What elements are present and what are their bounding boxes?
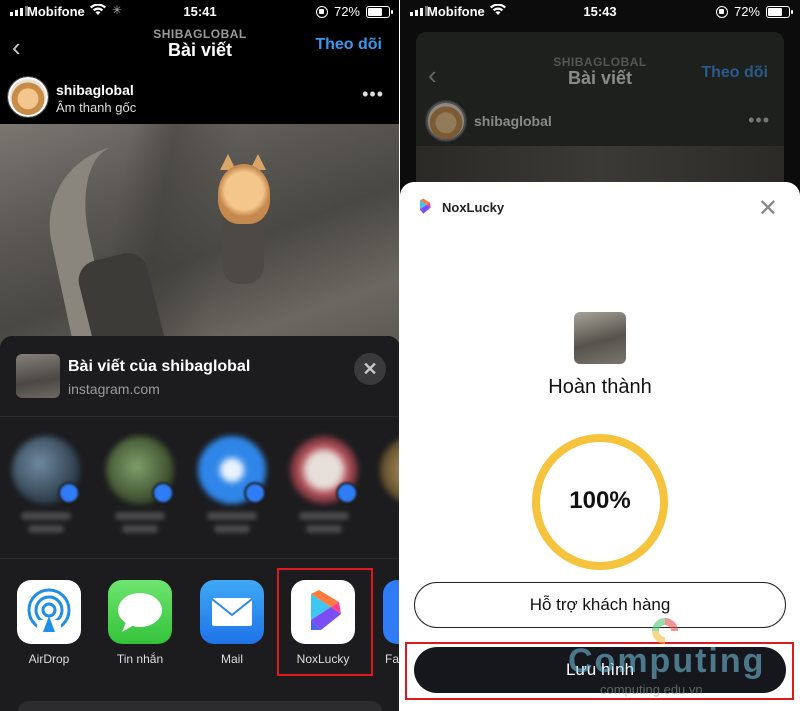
messages-icon bbox=[108, 580, 172, 644]
follow-button[interactable]: Theo dõi bbox=[701, 64, 768, 82]
status-bar: Mobifone ✳ 15:41 72% bbox=[0, 0, 400, 24]
actions-list-top bbox=[18, 701, 382, 711]
battery-percent: 72% bbox=[333, 4, 360, 19]
contact-suggestion[interactable] bbox=[106, 436, 178, 546]
save-button-highlight-box bbox=[405, 642, 794, 700]
nav-header: ‹ SHIBAGLOBAL Bài viết Theo dõi bbox=[400, 52, 800, 96]
contact-suggestion[interactable] bbox=[380, 436, 400, 546]
app-label: AirDrop bbox=[28, 652, 70, 666]
app-messages[interactable]: Tin nhắn bbox=[100, 580, 180, 666]
share-title: Bài viết của shibaglobal bbox=[68, 358, 251, 375]
post-header: shibaglobal ••• bbox=[418, 96, 786, 148]
orientation-lock-icon bbox=[315, 5, 328, 18]
app-airdrop[interactable]: AirDrop bbox=[9, 580, 89, 666]
username[interactable]: shibaglobal bbox=[56, 82, 134, 98]
status-bar: Mobifone 15:43 72% bbox=[400, 0, 800, 24]
audio-label[interactable]: Âm thanh gốc bbox=[56, 100, 136, 115]
battery-percent: 72% bbox=[733, 4, 760, 19]
downloaded-thumbnail bbox=[574, 312, 626, 364]
contact-suggestion[interactable] bbox=[290, 436, 362, 546]
app-label: Fa bbox=[385, 652, 400, 666]
airdrop-icon bbox=[17, 580, 81, 644]
close-icon[interactable]: ✕ bbox=[758, 194, 778, 223]
video-scene-dog-head bbox=[218, 164, 270, 224]
mail-icon bbox=[200, 580, 264, 644]
avatar[interactable] bbox=[425, 100, 467, 142]
app-mail[interactable]: Mail bbox=[192, 580, 272, 666]
right-screen: Mobifone 15:43 72% ‹ SHIBAGLOBAL Bài viế… bbox=[400, 0, 800, 711]
post-header: shibaglobal Âm thanh gốc ••• bbox=[0, 72, 400, 124]
app-facebook[interactable]: Fa bbox=[375, 580, 400, 666]
noxlucky-modal: NoxLucky ✕ Hoàn thành 100% Hỗ trợ khách … bbox=[400, 182, 800, 711]
close-icon[interactable]: ✕ bbox=[354, 353, 386, 385]
share-thumbnail bbox=[16, 354, 60, 398]
share-url: instagram.com bbox=[68, 381, 160, 397]
follow-button[interactable]: Theo dõi bbox=[315, 36, 382, 54]
battery-icon bbox=[366, 5, 393, 18]
more-options-icon[interactable]: ••• bbox=[748, 110, 770, 131]
app-label: Mail bbox=[220, 652, 243, 666]
progress-ring: 100% bbox=[530, 432, 670, 572]
post-video[interactable] bbox=[0, 124, 400, 480]
modal-app-name: NoxLucky bbox=[442, 200, 505, 215]
orientation-lock-icon bbox=[715, 5, 728, 18]
facebook-icon bbox=[383, 580, 400, 644]
nav-header: ‹ SHIBAGLOBAL Bài viết Theo dõi bbox=[0, 24, 400, 68]
app-label: Tin nhắn bbox=[116, 652, 164, 666]
customer-support-button[interactable]: Hỗ trợ khách hàng bbox=[414, 582, 786, 628]
avatar[interactable] bbox=[7, 76, 49, 118]
progress-percent: 100% bbox=[569, 487, 631, 514]
contact-suggestions bbox=[0, 416, 400, 558]
username[interactable]: shibaglobal bbox=[474, 113, 552, 129]
battery-icon bbox=[766, 5, 793, 18]
noxlucky-highlight-box bbox=[277, 568, 373, 676]
more-options-icon[interactable]: ••• bbox=[362, 84, 384, 105]
download-status: Hoàn thành bbox=[548, 376, 652, 398]
noxlucky-icon bbox=[419, 198, 431, 214]
contact-suggestion[interactable] bbox=[12, 436, 84, 546]
contact-suggestion[interactable] bbox=[198, 436, 270, 546]
